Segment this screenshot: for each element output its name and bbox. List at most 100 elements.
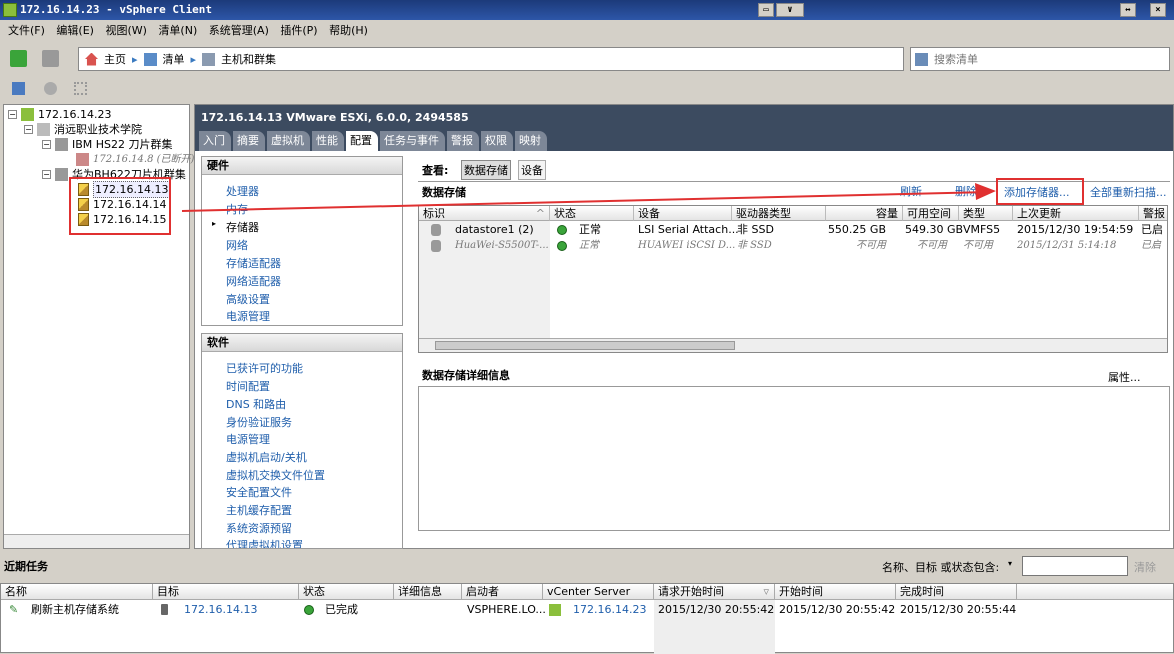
breadcrumb-hosts-clusters[interactable]: 主机和群集 bbox=[221, 51, 276, 67]
hw-memory[interactable]: 内存 bbox=[226, 201, 248, 217]
filter-dropdown-icon[interactable]: ▾ bbox=[1008, 559, 1012, 568]
horizontal-scrollbar[interactable] bbox=[419, 338, 1167, 352]
search-scope-icon[interactable] bbox=[915, 52, 928, 66]
menu-plugins[interactable]: 插件(P) bbox=[280, 24, 317, 37]
forward-button[interactable] bbox=[42, 50, 59, 67]
software-title: 软件 bbox=[202, 334, 402, 352]
tab-tasks-events[interactable]: 任务与事件 bbox=[380, 131, 445, 151]
col-free[interactable]: 可用空间 bbox=[903, 206, 959, 221]
col-drive-type[interactable]: 驱动器类型 bbox=[732, 206, 826, 221]
hw-power-management[interactable]: 电源管理 bbox=[226, 308, 270, 324]
dropdown-icon[interactable]: ∨ bbox=[776, 3, 804, 17]
tab-configuration[interactable]: 配置 bbox=[346, 131, 378, 151]
search-inventory[interactable] bbox=[910, 47, 1170, 71]
hw-network[interactable]: 网络 bbox=[226, 237, 248, 253]
chevron-right-icon: ▸ bbox=[132, 52, 138, 66]
menu-view[interactable]: 视图(W) bbox=[105, 24, 146, 37]
search-input[interactable] bbox=[934, 52, 1134, 66]
col-device[interactable]: 设备 bbox=[634, 206, 732, 221]
tab-permissions[interactable]: 权限 bbox=[481, 131, 513, 151]
close-button[interactable]: × bbox=[1150, 3, 1166, 17]
breadcrumb-home[interactable]: 主页 bbox=[104, 51, 126, 67]
breadcrumb-inventory[interactable]: 清单 bbox=[163, 51, 185, 67]
delete-link[interactable]: 删除 bbox=[955, 183, 977, 199]
filter-label[interactable]: 名称、目标 或状态包含: bbox=[882, 559, 999, 575]
hw-storage-adapters[interactable]: 存储适配器 bbox=[226, 255, 281, 271]
details-pane bbox=[418, 386, 1170, 531]
new-cluster-icon[interactable] bbox=[74, 82, 87, 95]
tab-maps[interactable]: 映射 bbox=[515, 131, 547, 151]
add-host-icon[interactable] bbox=[12, 82, 25, 95]
datastore-table: 标识 ^ 状态 设备 驱动器类型 容量 可用空间 类型 上次更新 警报 datas… bbox=[418, 205, 1168, 353]
sw-agent-vm[interactable]: 代理虚拟机设置 bbox=[226, 537, 303, 548]
breadcrumb: 主页 ▸ 清单 ▸ 主机和群集 bbox=[78, 47, 904, 71]
view-devices-button[interactable]: 设备 bbox=[518, 160, 546, 180]
properties-link[interactable]: 属性... bbox=[1108, 369, 1141, 385]
tree-host-disconnected[interactable]: 172.16.14.8 (已断开) bbox=[76, 152, 194, 167]
menu-inventory[interactable]: 清单(N) bbox=[158, 24, 197, 37]
col-start[interactable]: 开始时间 bbox=[775, 584, 896, 600]
menu-bar: 文件(F) 编辑(E) 视图(W) 清单(N) 系统管理(A) 插件(P) 帮助… bbox=[0, 20, 1174, 42]
clear-button[interactable]: 清除 bbox=[1134, 559, 1156, 575]
ds-drive: 非 SSD bbox=[737, 240, 772, 251]
col-status[interactable]: 状态 bbox=[550, 206, 634, 221]
hardware-title: 硬件 bbox=[202, 157, 402, 175]
tree-scrollbar[interactable] bbox=[4, 534, 189, 548]
menu-help[interactable]: 帮助(H) bbox=[329, 24, 368, 37]
recent-tasks: 近期任务 名称、目标 或状态包含: ▾ 清除 名称 目标 状态 详细信息 启动者… bbox=[0, 552, 1174, 654]
rescan-all-link[interactable]: 全部重新扫描... bbox=[1090, 184, 1167, 200]
col-details[interactable]: 详细信息 bbox=[394, 584, 462, 600]
restore-icon[interactable]: ▭ bbox=[758, 3, 774, 17]
sw-time-config[interactable]: 时间配置 bbox=[226, 378, 270, 394]
col-identification[interactable]: 标识 ^ bbox=[419, 206, 550, 221]
tab-vms[interactable]: 虚拟机 bbox=[267, 131, 310, 151]
sw-power-management[interactable]: 电源管理 bbox=[226, 431, 270, 447]
back-button[interactable] bbox=[10, 50, 27, 67]
tree-root[interactable]: −172.16.14.23 bbox=[8, 107, 111, 122]
hw-network-adapters[interactable]: 网络适配器 bbox=[226, 273, 281, 289]
menu-file[interactable]: 文件(F) bbox=[8, 24, 45, 37]
col-status[interactable]: 状态 bbox=[299, 584, 394, 600]
col-capacity[interactable]: 容量 bbox=[826, 206, 903, 221]
tab-getting-started[interactable]: 入门 bbox=[199, 131, 231, 151]
cluster-icon bbox=[55, 168, 68, 181]
sw-licensed-features[interactable]: 已获许可的功能 bbox=[226, 360, 303, 376]
tree-datacenter[interactable]: − 消远职业技术学院 bbox=[24, 122, 142, 137]
sw-resource-reservation[interactable]: 系统资源预留 bbox=[226, 520, 292, 536]
col-requested[interactable]: 请求开始时间 ▿ bbox=[654, 584, 775, 600]
hw-storage[interactable]: 存储器 bbox=[226, 219, 259, 235]
col-vcenter[interactable]: vCenter Server bbox=[543, 584, 654, 600]
refresh-link[interactable]: 刷新 bbox=[900, 183, 922, 199]
resize-button[interactable]: ↔ bbox=[1120, 3, 1136, 17]
view-datastores-button[interactable]: 数据存储 bbox=[461, 160, 511, 180]
col-last-update[interactable]: 上次更新 bbox=[1013, 206, 1139, 221]
tab-summary[interactable]: 摘要 bbox=[233, 131, 265, 151]
col-name[interactable]: 名称 bbox=[1, 584, 153, 600]
filter-input[interactable] bbox=[1022, 556, 1128, 576]
menu-edit[interactable]: 编辑(E) bbox=[56, 24, 94, 37]
col-initiator[interactable]: 启动者 bbox=[462, 584, 543, 600]
col-type[interactable]: 类型 bbox=[959, 206, 1013, 221]
hw-processor[interactable]: 处理器 bbox=[226, 183, 259, 199]
col-alarm[interactable]: 警报 bbox=[1139, 206, 1167, 221]
new-vm-icon[interactable] bbox=[44, 82, 57, 95]
host-title: 172.16.14.13 VMware ESXi, 6.0.0, 2494585 bbox=[201, 111, 469, 124]
sw-host-cache[interactable]: 主机缓存配置 bbox=[226, 502, 292, 518]
tree-cluster[interactable]: − IBM HS22 刀片群集 bbox=[42, 137, 173, 152]
menu-admin[interactable]: 系统管理(A) bbox=[209, 24, 269, 37]
sw-vm-swapfile[interactable]: 虚拟机交换文件位置 bbox=[226, 467, 325, 483]
sw-vm-startup[interactable]: 虚拟机启动/关机 bbox=[226, 449, 307, 465]
sw-security-profile[interactable]: 安全配置文件 bbox=[226, 484, 292, 500]
tab-performance[interactable]: 性能 bbox=[312, 131, 344, 151]
ds-free: 549.30 GB bbox=[905, 223, 964, 236]
task-target[interactable]: 172.16.14.13 bbox=[184, 602, 257, 618]
hw-advanced-settings[interactable]: 高级设置 bbox=[226, 291, 270, 307]
details-title: 数据存储详细信息 bbox=[422, 369, 510, 382]
sw-auth-services[interactable]: 身份验证服务 bbox=[226, 414, 292, 430]
col-target[interactable]: 目标 bbox=[153, 584, 299, 600]
sw-dns-routing[interactable]: DNS 和路由 bbox=[226, 396, 286, 412]
col-end[interactable]: 完成时间 bbox=[896, 584, 1017, 600]
tab-alarms[interactable]: 警报 bbox=[447, 131, 479, 151]
task-vcenter[interactable]: 172.16.14.23 bbox=[573, 602, 646, 618]
home-icon bbox=[85, 52, 98, 66]
